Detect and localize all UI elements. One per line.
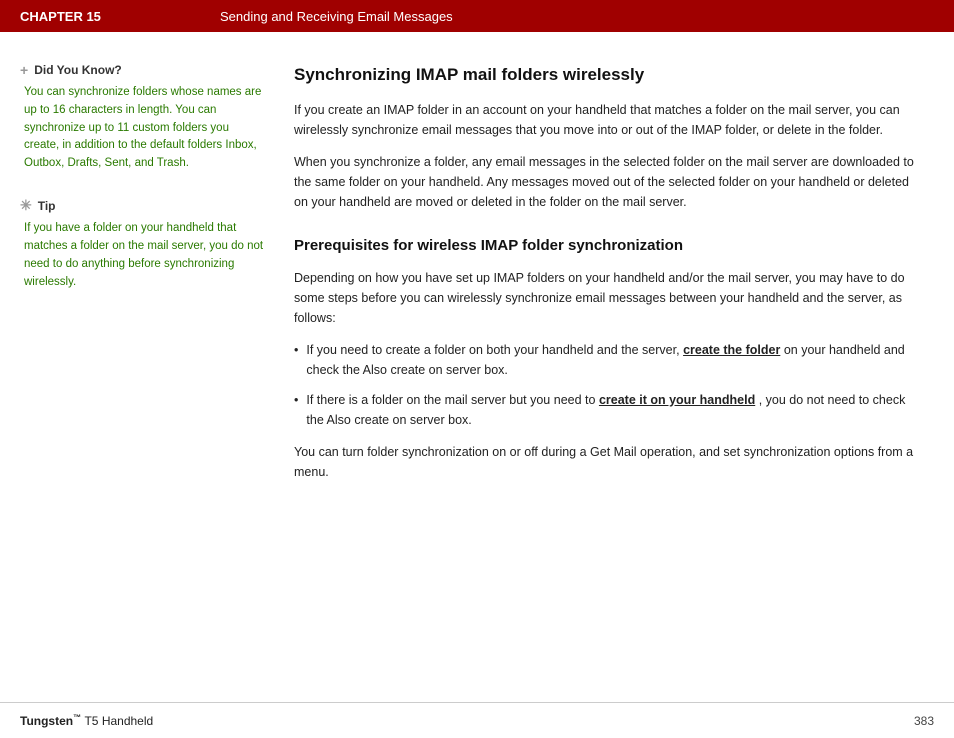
bullet-item-2: If there is a folder on the mail server … [294, 390, 924, 430]
section2-outro: You can turn folder synchronization on o… [294, 442, 924, 482]
page-number: 383 [914, 714, 934, 728]
section1-para1: If you create an IMAP folder in an accou… [294, 100, 924, 140]
did-you-know-body: You can synchronize folders whose names … [20, 84, 264, 173]
asterisk-icon: ✳ [20, 197, 32, 214]
bullet1-link[interactable]: create the folder [683, 343, 780, 357]
tip-heading: ✳ Tip [20, 197, 264, 214]
sidebar: + Did You Know? You can synchronize fold… [0, 32, 284, 702]
plus-icon: + [20, 62, 28, 78]
footer-text: Tungsten™ T5 Handheld [20, 713, 153, 728]
bullet2-content: If there is a folder on the mail server … [306, 390, 924, 430]
tip-label: Tip [38, 199, 56, 213]
bullet-list: If you need to create a folder on both y… [294, 340, 924, 430]
page-footer: Tungsten™ T5 Handheld 383 [0, 702, 954, 738]
section2-title: Prerequisites for wireless IMAP folder s… [294, 234, 924, 257]
footer-type: Handheld [102, 714, 153, 728]
tip-body: If you have a folder on your handheld th… [20, 220, 264, 291]
section1-title: Synchronizing IMAP mail folders wireless… [294, 62, 924, 88]
bullet2-link[interactable]: create it on your handheld [599, 393, 755, 407]
chapter-label: CHAPTER 15 [20, 9, 220, 24]
page-header: CHAPTER 15 Sending and Receiving Email M… [0, 0, 954, 32]
did-you-know-section: + Did You Know? You can synchronize fold… [20, 62, 264, 173]
content-area: + Did You Know? You can synchronize fold… [0, 32, 954, 702]
did-you-know-label: Did You Know? [34, 63, 122, 77]
chapter-title: Sending and Receiving Email Messages [220, 9, 453, 24]
tip-section: ✳ Tip If you have a folder on your handh… [20, 197, 264, 291]
bullet1-content: If you need to create a folder on both y… [306, 340, 924, 380]
section1-para2: When you synchronize a folder, any email… [294, 152, 924, 212]
brand-name: Tungsten™ [20, 714, 84, 728]
section2-intro: Depending on how you have set up IMAP fo… [294, 268, 924, 328]
bullet-item-1: If you need to create a folder on both y… [294, 340, 924, 380]
bullet1-text: If you need to create a folder on both y… [306, 343, 679, 357]
main-content: Synchronizing IMAP mail folders wireless… [284, 32, 954, 702]
footer-model: T5 [84, 714, 101, 728]
bullet2-text: If there is a folder on the mail server … [306, 393, 595, 407]
did-you-know-heading: + Did You Know? [20, 62, 264, 78]
